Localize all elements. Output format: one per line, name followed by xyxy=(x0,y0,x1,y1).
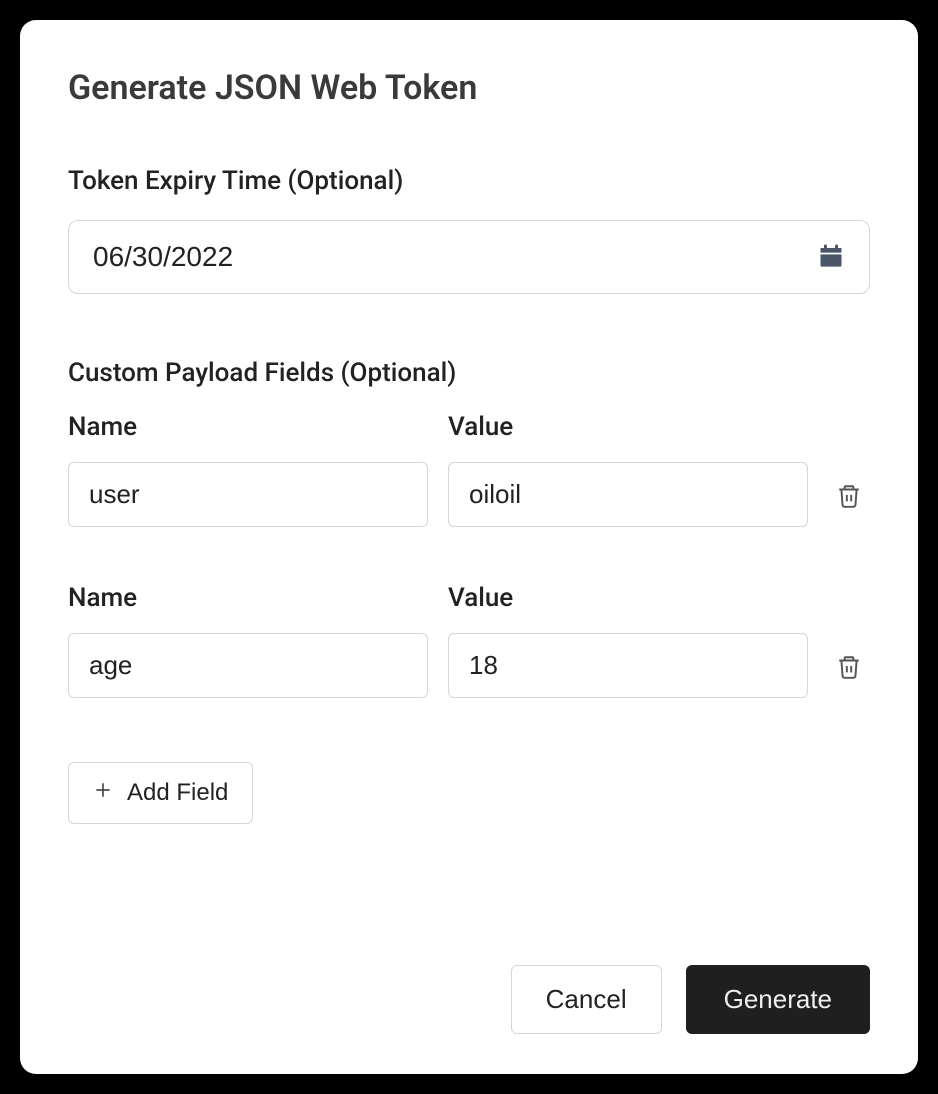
payload-value-input-1[interactable] xyxy=(448,633,808,698)
payload-name-group: Name xyxy=(68,583,428,698)
payload-value-label: Value xyxy=(448,412,808,442)
payload-value-group: Value xyxy=(448,583,808,698)
expiry-date-value[interactable] xyxy=(93,241,817,273)
payload-name-label: Name xyxy=(68,412,428,442)
payload-name-label: Name xyxy=(68,583,428,613)
calendar-icon xyxy=(817,241,845,273)
expiry-label: Token Expiry Time (Optional) xyxy=(68,166,870,196)
delete-field-button-0[interactable] xyxy=(828,468,870,527)
modal-footer: Cancel Generate xyxy=(68,965,870,1034)
payload-value-input-0[interactable] xyxy=(448,462,808,527)
trash-icon xyxy=(836,653,862,684)
payload-value-group: Value xyxy=(448,412,808,527)
payload-field-row: Name Value xyxy=(68,583,870,698)
generate-button[interactable]: Generate xyxy=(686,965,870,1034)
plus-icon xyxy=(93,779,113,807)
payload-name-input-0[interactable] xyxy=(68,462,428,527)
payload-name-group: Name xyxy=(68,412,428,527)
jwt-modal: Generate JSON Web Token Token Expiry Tim… xyxy=(20,20,918,1074)
payload-name-input-1[interactable] xyxy=(68,633,428,698)
payload-label: Custom Payload Fields (Optional) xyxy=(68,358,870,388)
payload-field-row: Name Value xyxy=(68,412,870,527)
payload-value-label: Value xyxy=(448,583,808,613)
delete-field-button-1[interactable] xyxy=(828,639,870,698)
trash-icon xyxy=(836,482,862,513)
add-field-button[interactable]: Add Field xyxy=(68,762,253,824)
modal-title: Generate JSON Web Token xyxy=(68,68,870,108)
cancel-button[interactable]: Cancel xyxy=(511,965,662,1034)
add-field-label: Add Field xyxy=(127,779,228,807)
expiry-date-input[interactable] xyxy=(68,220,870,294)
